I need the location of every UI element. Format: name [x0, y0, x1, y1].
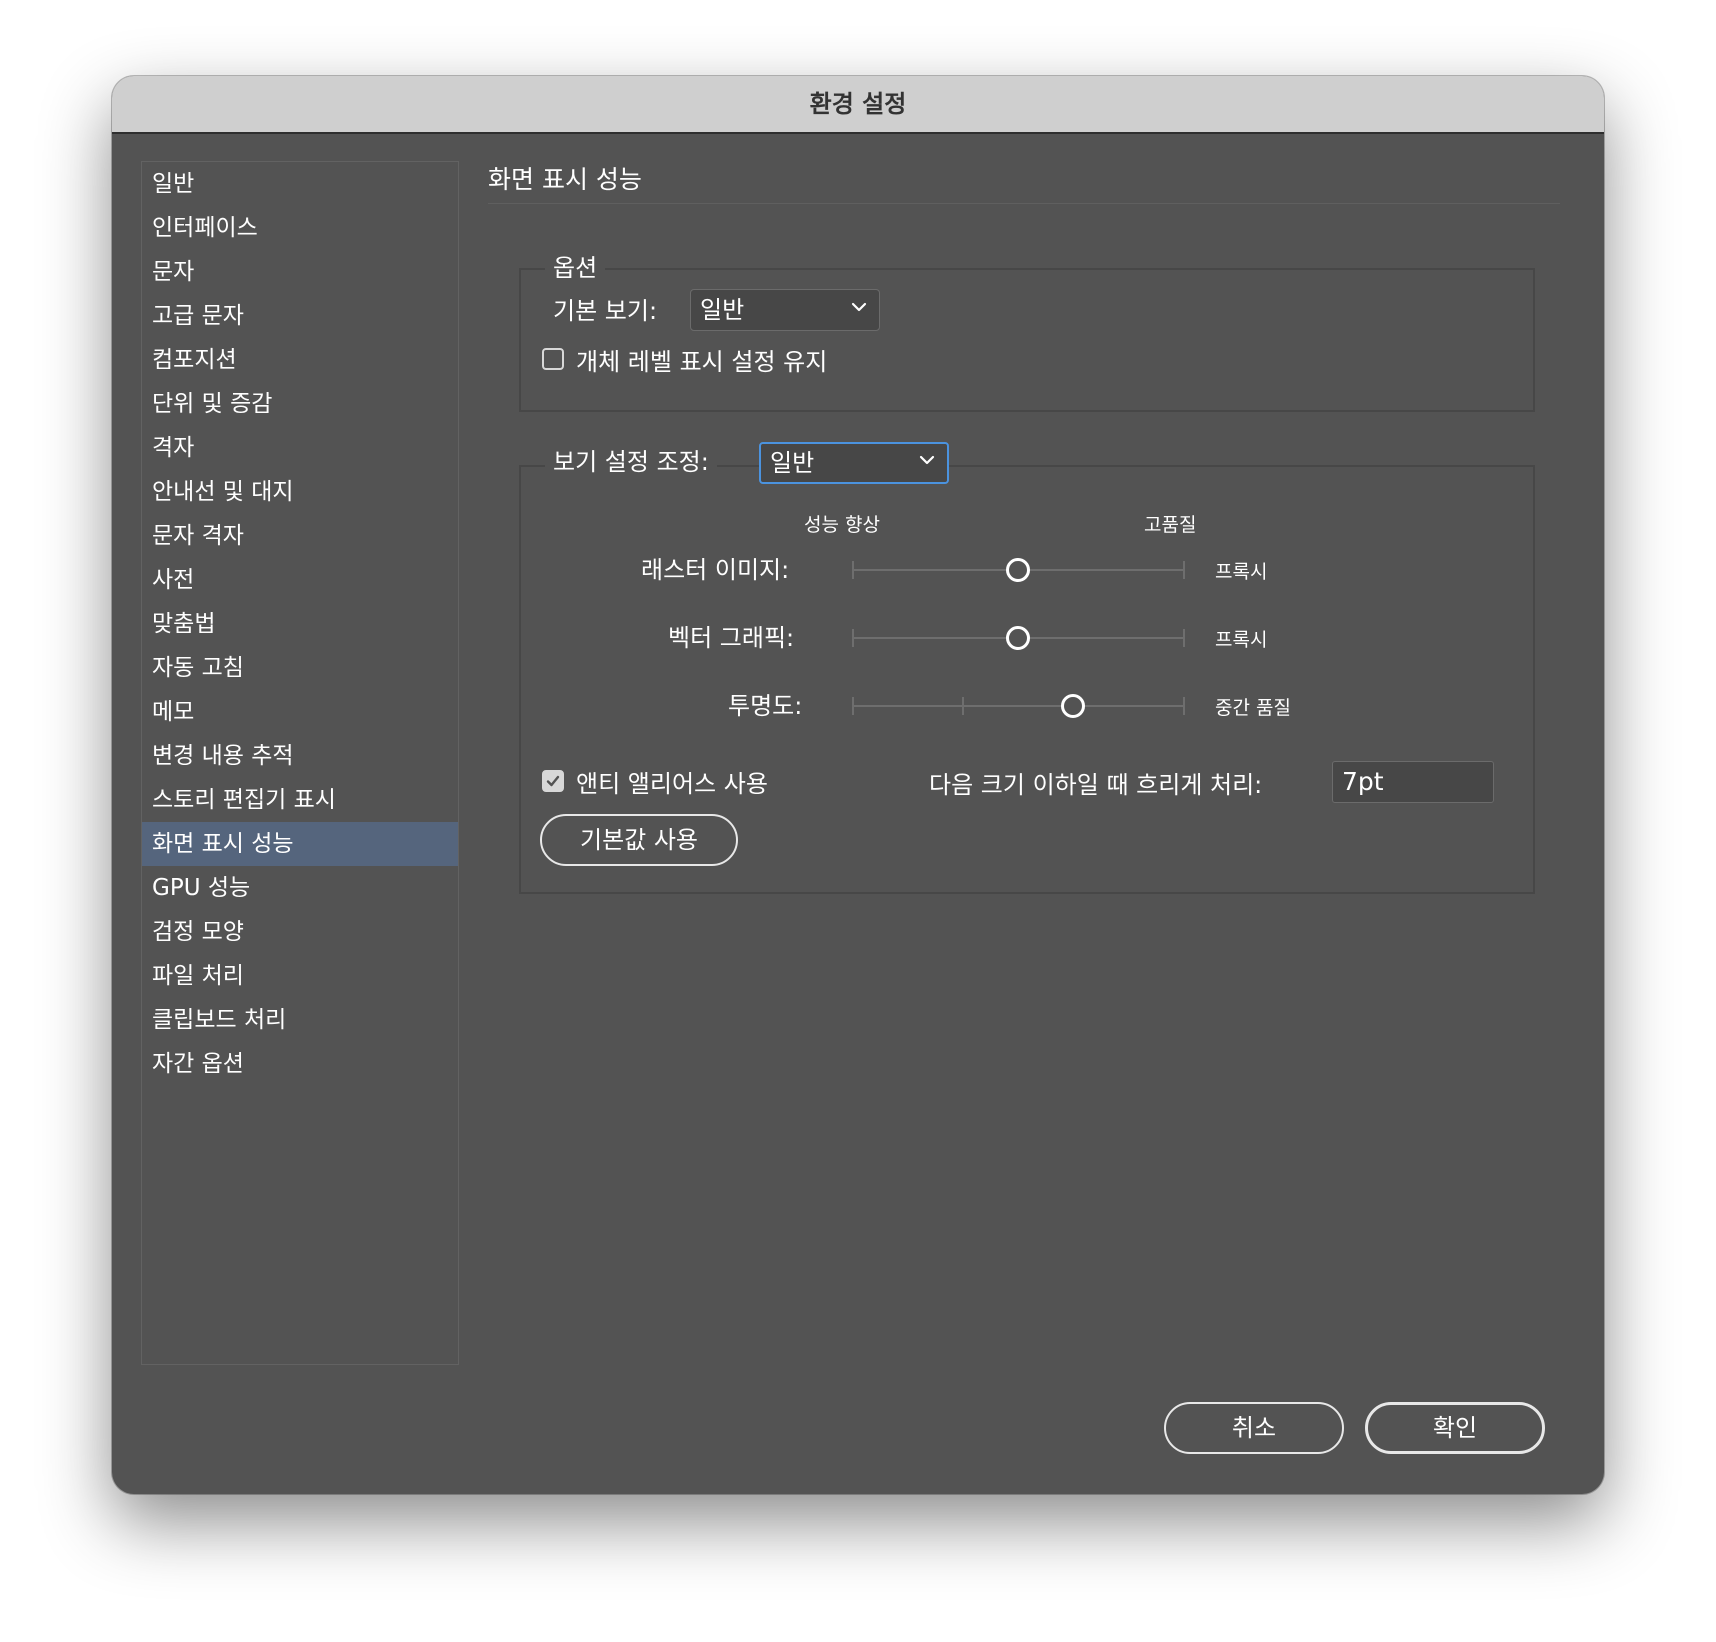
chevron-down-icon — [851, 302, 867, 312]
sidebar-item-general[interactable]: 일반 — [142, 162, 458, 206]
window-title: 환경 설정 — [112, 76, 1604, 134]
sidebar-item-composition[interactable]: 컴포지션 — [142, 338, 458, 382]
vector-graphics-value: 프록시 — [1215, 629, 1268, 651]
scale-label-quality: 고품질 — [1144, 514, 1197, 536]
checkmark-icon — [546, 775, 560, 787]
slider-tick — [1183, 629, 1185, 647]
sidebar-item-spelling[interactable]: 맞춤법 — [142, 602, 458, 646]
preferences-dialog: 환경 설정 일반 인터페이스 문자 고급 문자 컴포지션 단위 및 증감 격자 … — [112, 76, 1604, 1494]
sidebar-item-kerning-options[interactable]: 자간 옵션 — [142, 1042, 458, 1086]
sidebar-item-file-handling[interactable]: 파일 처리 — [142, 954, 458, 998]
sidebar-item-interface[interactable]: 인터페이스 — [142, 206, 458, 250]
raster-images-label: 래스터 이미지: — [641, 556, 790, 584]
options-group — [519, 268, 1535, 412]
transparency-value: 중간 품질 — [1215, 697, 1291, 719]
slider-tick — [852, 561, 854, 579]
preserve-object-display-checkbox[interactable] — [542, 348, 564, 370]
sidebar-item-story-editor-display[interactable]: 스토리 편집기 표시 — [142, 778, 458, 822]
slider-tick — [852, 697, 854, 715]
raster-images-slider-knob[interactable] — [1005, 558, 1030, 582]
scale-label-performance: 성능 향상 — [804, 514, 880, 536]
sidebar-item-notes[interactable]: 메모 — [142, 690, 458, 734]
sidebar-item-dictionary[interactable]: 사전 — [142, 558, 458, 602]
default-view-dropdown[interactable]: 일반 — [690, 289, 880, 331]
adjust-view-settings-dropdown[interactable]: 일반 — [759, 442, 949, 484]
sidebar-item-guides-pasteboard[interactable]: 안내선 및 대지 — [142, 470, 458, 514]
sidebar-item-appearance-of-black[interactable]: 검정 모양 — [142, 910, 458, 954]
slider-tick — [1183, 697, 1185, 715]
sidebar-item-clipboard-handling[interactable]: 클립보드 처리 — [142, 998, 458, 1042]
transparency-slider-knob[interactable] — [1060, 694, 1085, 718]
transparency-label: 투명도: — [728, 692, 803, 720]
default-view-label: 기본 보기: — [553, 297, 658, 325]
default-view-value: 일반 — [700, 296, 745, 324]
adjust-view-settings-label: 보기 설정 조정: — [545, 442, 717, 477]
sidebar-item-gpu-performance[interactable]: GPU 성능 — [142, 866, 458, 910]
sidebar-item-grids[interactable]: 격자 — [142, 426, 458, 470]
slider-tick — [962, 697, 964, 715]
sidebar-item-units-increments[interactable]: 단위 및 증감 — [142, 382, 458, 426]
slider-tick — [852, 629, 854, 647]
transparency-slider-track[interactable] — [852, 705, 1183, 707]
cancel-button[interactable]: 취소 — [1164, 1402, 1344, 1454]
sidebar: 일반 인터페이스 문자 고급 문자 컴포지션 단위 및 증감 격자 안내선 및 … — [141, 161, 459, 1365]
sidebar-item-autocorrect[interactable]: 자동 고침 — [142, 646, 458, 690]
panel-divider — [488, 203, 1560, 204]
ok-button[interactable]: 확인 — [1365, 1402, 1545, 1454]
use-defaults-button[interactable]: 기본값 사용 — [540, 814, 738, 866]
sidebar-item-type[interactable]: 문자 — [142, 250, 458, 294]
chevron-down-icon — [919, 455, 935, 465]
panel-title: 화면 표시 성능 — [488, 165, 642, 194]
sidebar-item-frame-grid[interactable]: 문자 격자 — [142, 514, 458, 558]
sidebar-item-track-changes[interactable]: 변경 내용 추적 — [142, 734, 458, 778]
sidebar-item-advanced-type[interactable]: 고급 문자 — [142, 294, 458, 338]
options-legend: 옵션 — [545, 248, 606, 283]
preserve-object-display-label: 개체 레벨 표시 설정 유지 — [576, 348, 828, 376]
greek-type-size-input[interactable]: 7pt — [1332, 761, 1494, 803]
slider-tick — [1183, 561, 1185, 579]
raster-images-value: 프록시 — [1215, 561, 1268, 583]
vector-graphics-slider-knob[interactable] — [1005, 626, 1030, 650]
sidebar-item-display-performance[interactable]: 화면 표시 성능 — [142, 822, 458, 866]
antialiasing-label: 앤티 앨리어스 사용 — [576, 770, 768, 798]
antialiasing-checkbox[interactable] — [542, 770, 564, 792]
adjust-view-settings-value: 일반 — [770, 449, 815, 477]
vector-graphics-label: 벡터 그래픽: — [668, 624, 795, 652]
greek-type-label: 다음 크기 이하일 때 흐리게 처리: — [929, 771, 1263, 799]
